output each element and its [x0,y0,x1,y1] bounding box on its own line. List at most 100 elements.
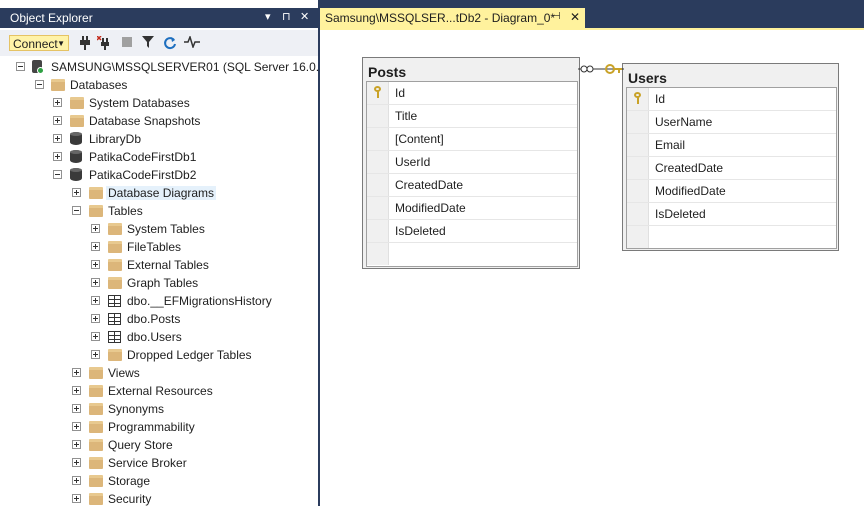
diagram-table-users[interactable]: Users Id UserName Email CreatedDate Modi… [622,63,839,251]
collapse-icon[interactable] [53,170,62,179]
diagram-table-posts[interactable]: Posts Id Title [Content] UserId CreatedD… [362,57,580,269]
column-row[interactable]: ModifiedDate [367,197,577,220]
relationship-connector[interactable] [578,60,626,80]
tree-node-database-diagrams[interactable]: Database Diagrams [0,184,318,202]
row-selector[interactable] [627,180,649,202]
row-selector[interactable] [627,111,649,133]
row-selector[interactable] [627,88,649,110]
expand-icon[interactable] [72,188,81,197]
tree-node-programmability[interactable]: Programmability [0,418,318,436]
tree-node-system-databases[interactable]: System Databases [0,94,318,112]
tree-node-librarydb[interactable]: LibraryDb [0,130,318,148]
tree-node-storage[interactable]: Storage [0,472,318,490]
expand-icon[interactable] [53,98,62,107]
row-selector[interactable] [627,226,649,248]
column-row[interactable]: CreatedDate [367,174,577,197]
tree-node-query-store[interactable]: Query Store [0,436,318,454]
collapse-icon[interactable] [35,80,44,89]
column-row[interactable]: IsDeleted [367,220,577,243]
expand-icon[interactable] [91,314,100,323]
expand-icon[interactable] [72,458,81,467]
expand-icon[interactable] [91,242,100,251]
window-position-icon[interactable]: ▾ [265,10,271,23]
expand-icon[interactable] [72,386,81,395]
filter-icon[interactable] [141,36,155,50]
tree-node-label: Dropped Ledger Tables [127,348,252,362]
row-selector[interactable] [367,82,389,104]
table-icon [108,331,121,343]
column-row[interactable]: [Content] [367,128,577,151]
tab-diagram[interactable]: Samsung\MSSQLSER...tDb2 - Diagram_0* ⊣ ✕ [320,8,585,28]
column-row[interactable]: Id [367,82,577,105]
connect-button[interactable]: Connect ▼ [9,35,69,51]
column-row[interactable]: ModifiedDate [627,180,836,203]
tree-node-synonyms[interactable]: Synonyms [0,400,318,418]
expand-icon[interactable] [91,224,100,233]
expand-icon[interactable] [91,296,100,305]
row-selector[interactable] [367,197,389,219]
column-row[interactable]: Email [627,134,836,157]
tree-node-patikacodefirstdb1[interactable]: PatikaCodeFirstDb1 [0,148,318,166]
row-selector[interactable] [367,220,389,242]
column-row[interactable]: Title [367,105,577,128]
column-row-empty[interactable] [627,226,836,249]
tree-node-filetables[interactable]: FileTables [0,238,318,256]
column-row[interactable]: UserName [627,111,836,134]
tree-node-server[interactable]: SAMSUNG\MSSQLSERVER01 (SQL Server 16.0.1… [0,58,318,76]
row-selector[interactable] [627,157,649,179]
tree-node-databases[interactable]: Databases [0,76,318,94]
tree-node-database-snapshots[interactable]: Database Snapshots [0,112,318,130]
collapse-icon[interactable] [72,206,81,215]
row-selector[interactable] [367,128,389,150]
disconnect-icon[interactable] [96,35,111,50]
expand-icon[interactable] [53,152,62,161]
tree-node-ef-migrations-history[interactable]: dbo.__EFMigrationsHistory [0,292,318,310]
connect-plug-icon[interactable] [78,36,92,50]
close-tab-icon[interactable]: ✕ [570,10,580,24]
expand-icon[interactable] [72,476,81,485]
tree-node-tables[interactable]: Tables [0,202,318,220]
row-selector[interactable] [367,243,389,265]
expand-icon[interactable] [91,278,100,287]
row-selector[interactable] [367,151,389,173]
stop-icon[interactable] [120,36,134,50]
tree-node-external-resources[interactable]: External Resources [0,382,318,400]
tree-node-patikacodefirstdb2[interactable]: PatikaCodeFirstDb2 [0,166,318,184]
tree-node-views[interactable]: Views [0,364,318,382]
column-row[interactable]: UserId [367,151,577,174]
row-selector[interactable] [367,105,389,127]
tree-node-dbo-posts[interactable]: dbo.Posts [0,310,318,328]
tab-label: Samsung\MSSQLSER...tDb2 - Diagram_0* [325,11,556,25]
refresh-icon[interactable] [163,36,177,50]
activity-monitor-icon[interactable] [184,34,200,50]
expand-icon[interactable] [72,440,81,449]
expand-icon[interactable] [72,422,81,431]
expand-icon[interactable] [53,116,62,125]
column-row[interactable]: CreatedDate [627,157,836,180]
expand-icon[interactable] [91,260,100,269]
expand-icon[interactable] [72,368,81,377]
auto-hide-pin-icon[interactable]: ⊓ [282,10,291,23]
expand-icon[interactable] [91,332,100,341]
column-row[interactable]: IsDeleted [627,203,836,226]
row-selector[interactable] [627,203,649,225]
tree-node-security[interactable]: Security [0,490,318,506]
pin-tab-icon[interactable]: ⊣ [552,11,561,22]
collapse-icon[interactable] [16,62,25,71]
tree-node-service-broker[interactable]: Service Broker [0,454,318,472]
tree-node-dbo-users[interactable]: dbo.Users [0,328,318,346]
expand-icon[interactable] [53,134,62,143]
tree-node-dropped-ledger-tables[interactable]: Dropped Ledger Tables [0,346,318,364]
chevron-down-icon[interactable]: ▼ [57,36,65,52]
tree-node-external-tables[interactable]: External Tables [0,256,318,274]
tree-node-graph-tables[interactable]: Graph Tables [0,274,318,292]
column-row-empty[interactable] [367,243,577,266]
tree-node-system-tables[interactable]: System Tables [0,220,318,238]
row-selector[interactable] [627,134,649,156]
close-panel-icon[interactable]: ✕ [300,10,309,23]
column-row[interactable]: Id [627,88,836,111]
expand-icon[interactable] [72,404,81,413]
row-selector[interactable] [367,174,389,196]
expand-icon[interactable] [91,350,100,359]
expand-icon[interactable] [72,494,81,503]
